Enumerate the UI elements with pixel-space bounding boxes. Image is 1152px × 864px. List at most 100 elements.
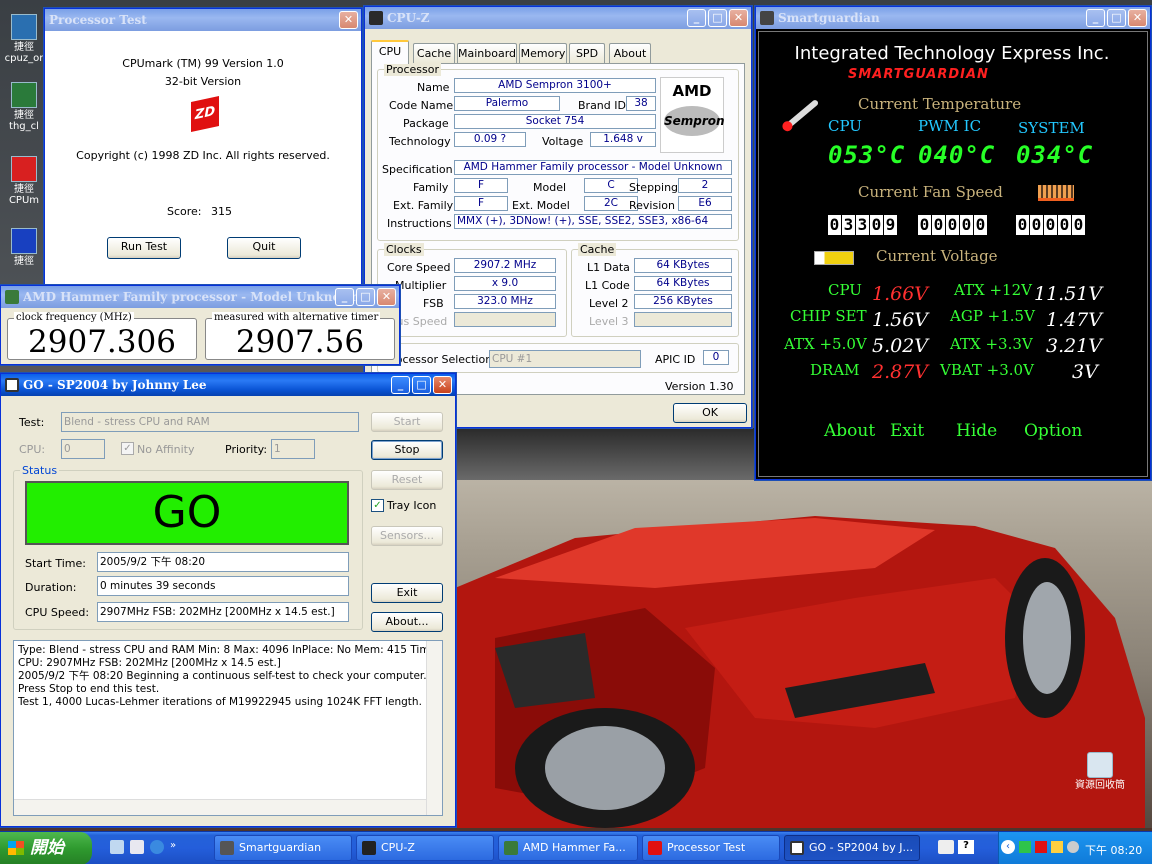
- level2-label: Level 2: [589, 297, 629, 310]
- chevron-right-icon[interactable]: »: [170, 840, 176, 856]
- minimize-button[interactable]: _: [391, 376, 410, 394]
- maximize-button[interactable]: □: [708, 9, 727, 27]
- pwm-temp-label: PWM IC: [918, 117, 982, 135]
- close-button[interactable]: ✕: [1128, 9, 1147, 27]
- cpu-temp-value: 053°C: [828, 141, 906, 169]
- volt-atx12-label: ATX +12V: [954, 281, 1032, 299]
- close-button[interactable]: ✕: [377, 288, 396, 306]
- maximize-button[interactable]: □: [412, 376, 431, 394]
- start-button[interactable]: 開始: [0, 832, 92, 864]
- tab-cache[interactable]: Cache: [413, 43, 455, 63]
- task-smartguardian[interactable]: Smartguardian: [214, 835, 352, 861]
- cpu-dropdown[interactable]: 0: [61, 439, 105, 459]
- close-button[interactable]: ✕: [433, 376, 452, 394]
- task-hammer[interactable]: AMD Hammer Fa...: [498, 835, 638, 861]
- reset-button[interactable]: Reset: [371, 470, 443, 490]
- maximize-button[interactable]: □: [1107, 9, 1126, 27]
- desktop-icon-super[interactable]: 捷徑: [2, 228, 46, 267]
- quicklaunch-app-icon[interactable]: [130, 840, 144, 854]
- fan-digit: 3: [842, 215, 855, 235]
- priority-dropdown[interactable]: 1: [271, 439, 315, 459]
- desktop-icon-thg[interactable]: 捷徑 thg_cl: [2, 82, 46, 132]
- minimize-button[interactable]: _: [335, 288, 354, 306]
- desktop-icon-cpuz[interactable]: 捷徑 cpuz_or: [2, 14, 46, 64]
- task-processor-test[interactable]: Processor Test: [642, 835, 780, 861]
- tray-icon-checkbox[interactable]: ✓: [371, 499, 384, 512]
- hammer-window: AMD Hammer Family processor - Model Unkn…: [0, 285, 400, 365]
- internet-explorer-icon[interactable]: [150, 840, 164, 854]
- vertical-scrollbar[interactable]: [426, 641, 442, 815]
- minimize-button[interactable]: _: [687, 9, 706, 27]
- exit-button[interactable]: Exit: [890, 421, 924, 441]
- volume-icon[interactable]: [1067, 841, 1079, 853]
- stop-button[interactable]: Stop: [371, 440, 443, 460]
- title-bar[interactable]: Processor Test ✕: [45, 9, 361, 31]
- specification-label: Specification: [382, 163, 453, 176]
- title-bar[interactable]: Smartguardian _ □ ✕: [756, 7, 1150, 29]
- tray-app-icon[interactable]: [1019, 841, 1031, 853]
- no-affinity-checkbox[interactable]: ✓: [121, 442, 134, 455]
- maximize-button[interactable]: □: [356, 288, 375, 306]
- keyboard-icon[interactable]: [938, 840, 954, 854]
- ferrari-car-image: [455, 516, 1145, 828]
- revision-value: E6: [678, 196, 732, 211]
- task-cpuz[interactable]: CPU-Z: [356, 835, 494, 861]
- tab-cpu[interactable]: CPU: [371, 40, 409, 64]
- product-logo: SMARTGUARDIAN: [848, 67, 989, 82]
- hide-button[interactable]: Hide: [956, 421, 997, 441]
- help-icon[interactable]: ?: [958, 840, 974, 854]
- tray-app-icon[interactable]: [1051, 841, 1063, 853]
- log-textarea[interactable]: Type: Blend - stress CPU and RAM Min: 8 …: [13, 640, 443, 816]
- title-bar[interactable]: CPU-Z _ □ ✕: [365, 7, 751, 29]
- sp2004-app-icon: [790, 841, 804, 855]
- run-test-button[interactable]: Run Test: [107, 237, 181, 259]
- show-desktop-icon[interactable]: [110, 840, 124, 854]
- close-button[interactable]: ✕: [729, 9, 748, 27]
- tab-memory[interactable]: Memory: [519, 43, 567, 63]
- sensors-button[interactable]: Sensors...: [371, 526, 443, 546]
- quick-launch: »: [110, 840, 180, 856]
- cpu-label: CPU:: [19, 443, 46, 456]
- title-bar[interactable]: AMD Hammer Family processor - Model Unkn…: [1, 286, 399, 308]
- minimize-button[interactable]: _: [1086, 9, 1105, 27]
- hammer-app-icon: [5, 290, 19, 304]
- about-button[interactable]: About...: [371, 612, 443, 632]
- ext-model-label: Ext. Model: [512, 199, 570, 212]
- ok-button[interactable]: OK: [673, 403, 747, 423]
- processor-selection-dropdown[interactable]: CPU #1: [489, 350, 641, 368]
- system-temp-label: SYSTEM: [1018, 119, 1085, 137]
- option-button[interactable]: Option: [1024, 421, 1082, 441]
- tray-app-icon[interactable]: [1035, 841, 1047, 853]
- fan-speed-heading: Current Fan Speed: [858, 183, 1003, 201]
- processor-selection-label: Processor Selection: [385, 353, 493, 366]
- test-dropdown[interactable]: Blend - stress CPU and RAM: [61, 412, 359, 432]
- cpu-speed-value: 2907MHz FSB: 202MHz [200MHz x 14.5 est.]: [97, 602, 349, 622]
- fan2-counter: 00000: [918, 215, 987, 235]
- start-time-value: 2005/9/2 下午 08:20: [97, 552, 349, 572]
- clock[interactable]: 下午 08:20: [1085, 842, 1142, 858]
- log-line: Press Stop to end this test.: [18, 683, 160, 695]
- task-sp2004[interactable]: GO - SP2004 by J...: [784, 835, 920, 861]
- close-button[interactable]: ✕: [339, 11, 358, 29]
- start-button[interactable]: Start: [371, 412, 443, 432]
- copyright-text: Copyright (c) 1998 ZD Inc. All rights re…: [76, 149, 330, 162]
- tab-about[interactable]: About: [609, 43, 651, 63]
- recycle-bin[interactable]: 資源回收筒: [1068, 752, 1132, 791]
- exit-button[interactable]: Exit: [371, 583, 443, 603]
- tab-spd[interactable]: SPD: [569, 43, 605, 63]
- l1-code-value: 64 KBytes: [634, 276, 732, 291]
- desktop-icon-cpumark[interactable]: 捷徑 CPUm: [2, 156, 46, 206]
- quit-button[interactable]: Quit: [227, 237, 301, 259]
- tab-mainboard[interactable]: Mainboard: [457, 43, 517, 63]
- fan-digit: 0: [932, 215, 945, 235]
- clock-frequency-value: 2907.306: [28, 324, 176, 360]
- about-button[interactable]: About: [824, 421, 875, 441]
- fan1-counter: 03309: [828, 215, 897, 235]
- l1-data-value: 64 KBytes: [634, 258, 732, 273]
- instructions-label: Instructions: [387, 217, 452, 230]
- horizontal-scrollbar[interactable]: [14, 799, 426, 815]
- chevron-left-icon[interactable]: ‹: [1001, 840, 1015, 854]
- version-text: Version 1.30: [665, 380, 734, 393]
- clock-frequency-box: clock frequency (MHz) 2907.306: [7, 312, 197, 360]
- title-bar[interactable]: GO - SP2004 by Johnny Lee _ □ ✕: [1, 374, 455, 396]
